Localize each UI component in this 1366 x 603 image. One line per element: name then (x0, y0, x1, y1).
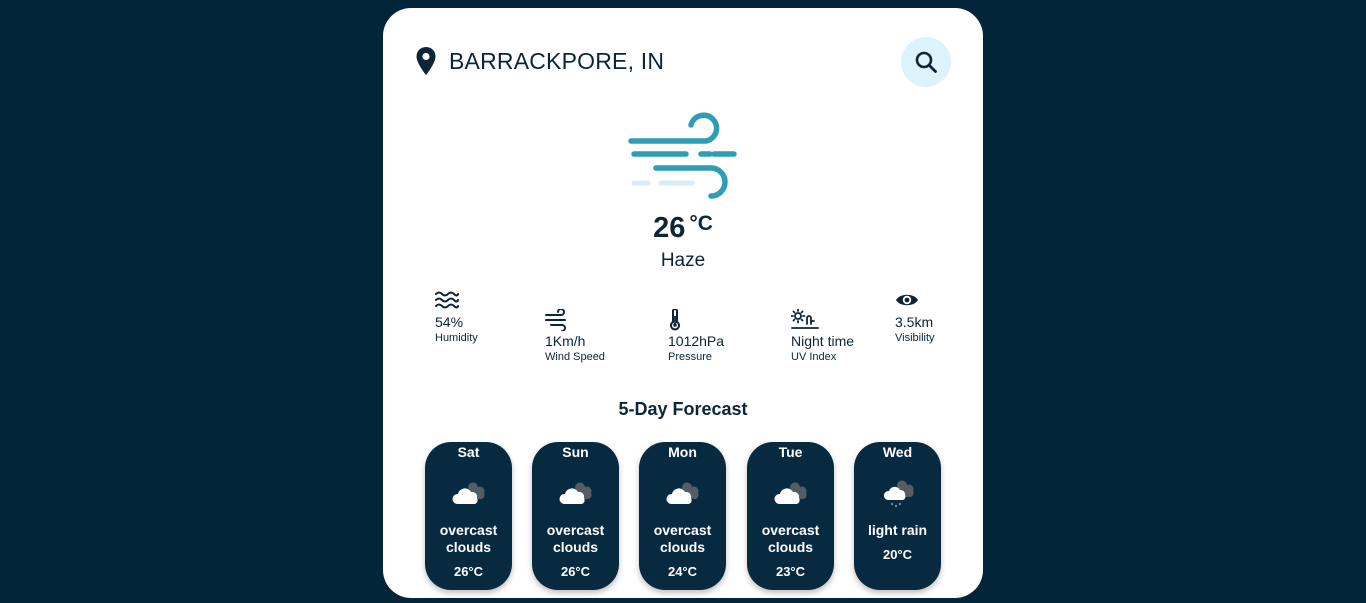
map-pin-icon (416, 47, 436, 75)
search-icon (915, 51, 937, 73)
stat-value: Night time (791, 333, 855, 349)
day-temperature: 26°C (453, 564, 484, 579)
rain-cloud-icon (883, 480, 914, 507)
forecast-day-mon[interactable]: Mon overcast clouds 24°C (639, 442, 726, 590)
day-description: overcast clouds (653, 522, 712, 555)
eye-icon (896, 294, 918, 306)
day-name: Tue (778, 444, 803, 460)
day-name: Mon (668, 444, 697, 460)
city-name: BARRACKPORE, IN (449, 47, 665, 74)
day-name: Sun (562, 444, 589, 460)
stat-wind-speed: 1Km/h Wind Speed (545, 309, 605, 363)
stat-value: 1Km/h (545, 333, 586, 349)
overcast-cloud-icon (666, 482, 699, 504)
current-temperature: 26 °C (383, 212, 983, 245)
day-description: overcast clouds (439, 522, 498, 555)
wind-icon (545, 309, 566, 331)
wind-icon (628, 112, 737, 199)
stat-label: Pressure (668, 351, 713, 363)
weather-card: BARRACKPORE, IN 26 °C Haze 54% Humidity … (383, 8, 983, 598)
stat-pressure: 1012hPa Pressure (668, 309, 724, 363)
stat-humidity: 54% Humidity (435, 290, 478, 344)
overcast-cloud-icon (559, 482, 592, 504)
stat-uv-index: Night time UV Index (791, 309, 854, 363)
day-description: overcast clouds (761, 522, 820, 555)
temperature-value: 26 (653, 212, 686, 244)
sun-horizon-icon (791, 309, 819, 329)
stat-label: Humidity (435, 332, 478, 344)
day-name: Sat (457, 444, 480, 460)
temperature-unit: °C (689, 212, 713, 235)
stat-value: 3.5km (895, 314, 934, 330)
water-waves-icon (435, 291, 459, 309)
forecast-day-tue[interactable]: Tue overcast clouds 23°C (747, 442, 834, 590)
day-name: Wed (882, 444, 913, 460)
day-temperature: 26°C (560, 564, 591, 579)
forecast-day-sun[interactable]: Sun overcast clouds 26°C (532, 442, 619, 590)
day-description: light rain (867, 522, 928, 538)
forecast-title: 5-Day Forecast (618, 399, 748, 419)
stat-value: 1012hPa (668, 333, 725, 349)
day-description: overcast clouds (546, 522, 605, 555)
stat-label: UV Index (791, 351, 837, 363)
day-temperature: 20°C (882, 547, 913, 562)
day-temperature: 24°C (667, 564, 698, 579)
stat-value: 54% (435, 314, 464, 330)
forecast-day-sat[interactable]: Sat overcast clouds 26°C (425, 442, 512, 590)
thermometer-icon (670, 309, 680, 331)
forecast-day-wed[interactable]: Wed light rain 20°C (854, 442, 941, 590)
location: BARRACKPORE, IN (415, 46, 664, 76)
weather-condition: Haze (660, 250, 706, 271)
stat-label: Visibility (895, 332, 935, 344)
stat-visibility: 3.5km Visibility (895, 290, 935, 344)
day-temperature: 23°C (775, 564, 806, 579)
overcast-cloud-icon (774, 482, 807, 504)
stat-label: Wind Speed (545, 351, 605, 363)
search-button[interactable] (901, 37, 951, 87)
overcast-cloud-icon (452, 482, 485, 504)
